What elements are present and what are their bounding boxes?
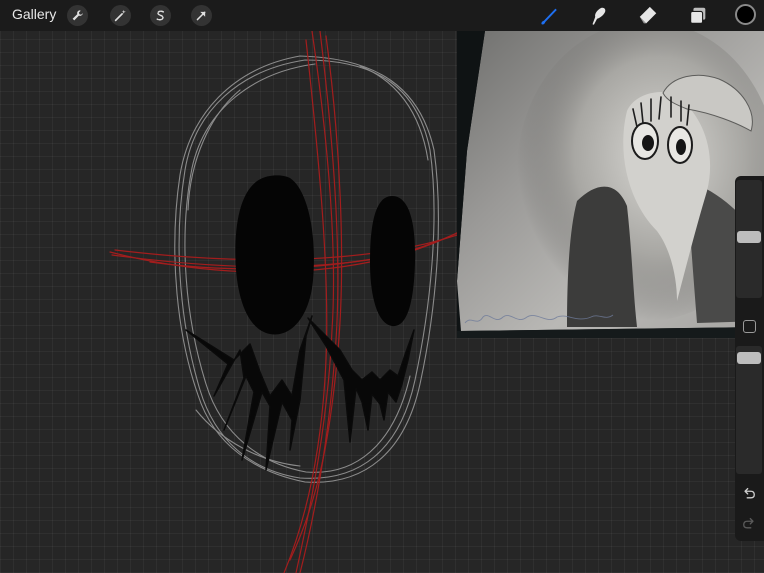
gallery-button[interactable]: Gallery [12,6,56,22]
smudge-icon [592,7,606,25]
procreate-app: Gallery [0,0,764,573]
brush-size-thumb[interactable] [737,231,761,243]
eraser-icon [639,6,657,24]
wrench-icon [72,10,83,21]
reference-image[interactable] [457,31,764,338]
opacity-thumb[interactable] [737,352,761,364]
transform-button[interactable] [191,5,212,26]
brush-icon [541,8,557,25]
arrow-cursor-icon [196,11,206,21]
layers-tool[interactable] [686,4,710,28]
brush-size-slider[interactable] [736,180,762,298]
color-picker-swatch[interactable] [735,4,756,25]
redo-icon[interactable] [742,516,756,530]
brush-tool[interactable] [537,4,561,28]
adjustments-button[interactable] [110,5,131,26]
selection-s-icon [156,10,165,21]
side-bar [735,176,764,541]
modify-square-icon[interactable] [743,320,756,333]
undo-icon[interactable] [742,486,756,500]
top-toolbar: Gallery [0,0,764,31]
reference-drawing-photo [457,31,764,338]
eraser-tool[interactable] [636,4,660,28]
opacity-slider[interactable] [736,346,762,474]
smudge-tool[interactable] [586,4,610,28]
magic-wand-icon [114,9,126,22]
actions-button[interactable] [67,5,88,26]
layers-icon [690,7,706,24]
selection-button[interactable] [150,5,171,26]
